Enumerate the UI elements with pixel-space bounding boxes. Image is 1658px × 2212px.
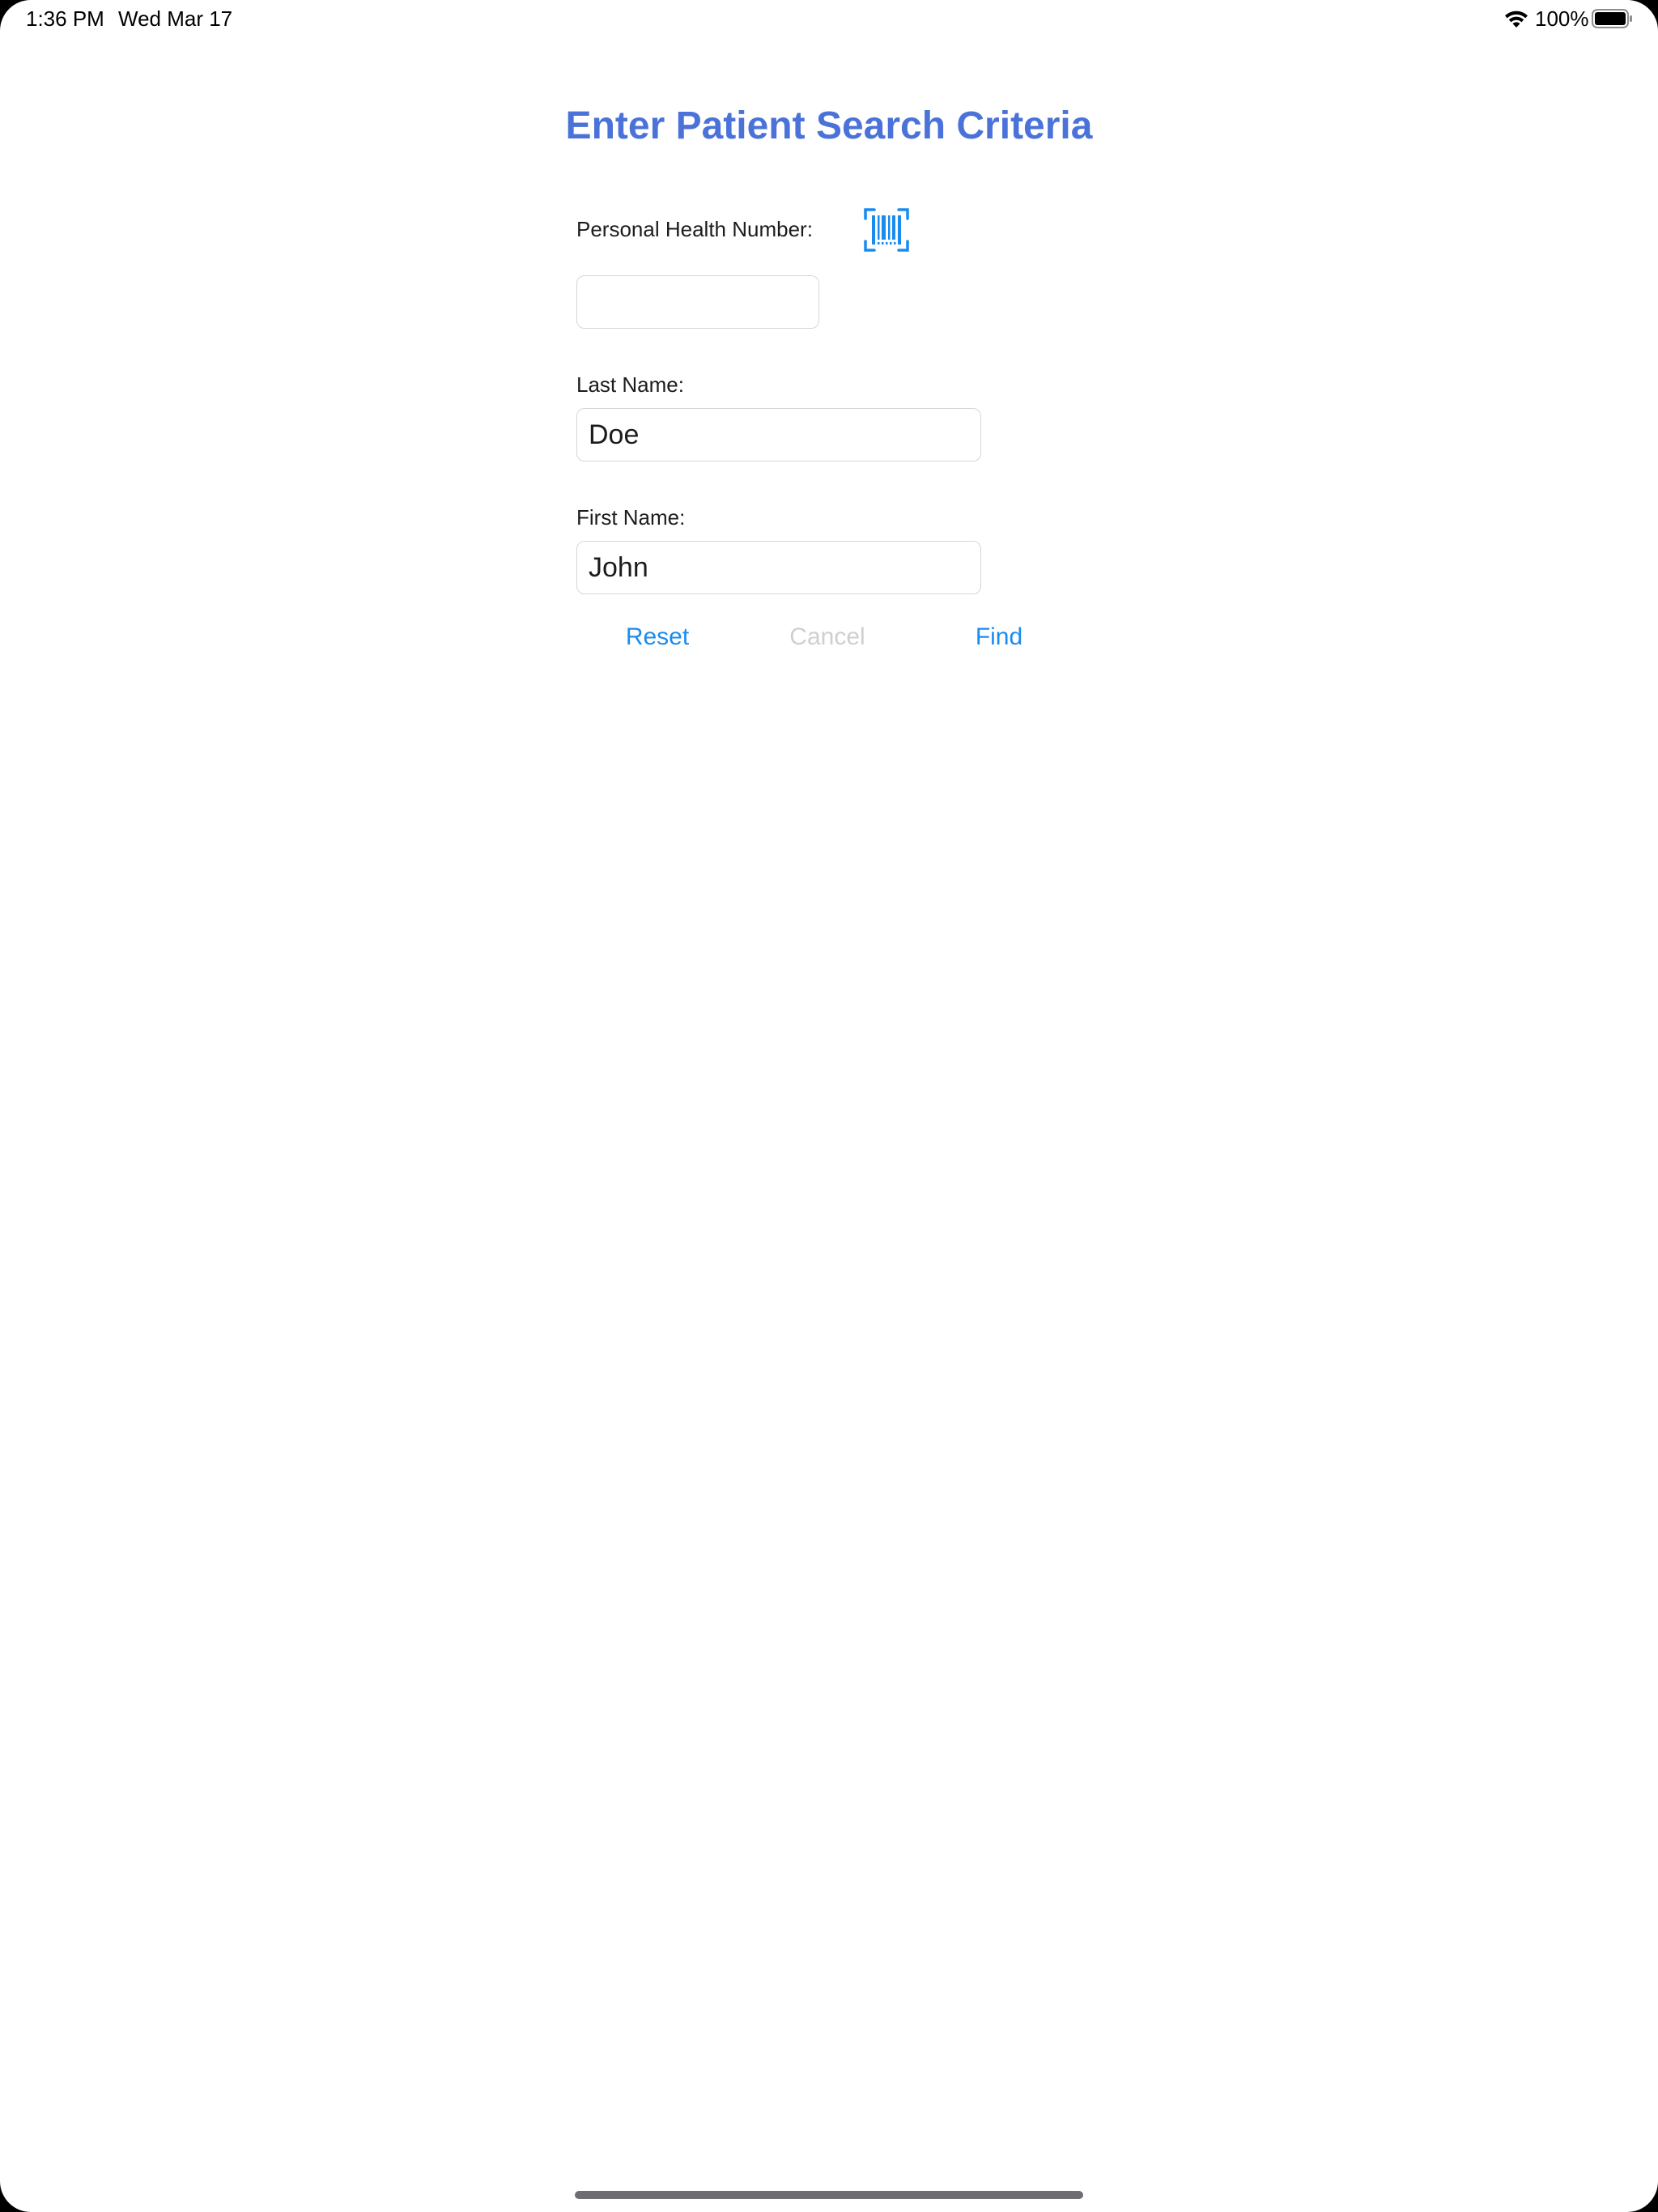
first-name-input[interactable]: [576, 541, 981, 594]
wifi-icon: [1503, 8, 1530, 29]
find-button[interactable]: Find: [918, 623, 1080, 651]
page-title: Enter Patient Search Criteria: [565, 104, 1093, 147]
battery-icon: [1592, 8, 1634, 29]
phn-input[interactable]: [576, 275, 819, 329]
last-name-input[interactable]: [576, 408, 981, 462]
phn-label: Personal Health Number:: [576, 217, 813, 241]
barcode-scan-button[interactable]: [863, 207, 910, 253]
battery-percent: 100%: [1535, 6, 1589, 31]
last-name-label: Last Name:: [576, 372, 684, 397]
barcode-scan-icon: [864, 208, 909, 252]
reset-button[interactable]: Reset: [576, 623, 738, 651]
cancel-button[interactable]: Cancel: [746, 623, 908, 651]
app-screen: 1:36 PM Wed Mar 17 100% Enter Patient Se…: [0, 0, 1658, 2212]
status-date: Wed Mar 17: [118, 6, 233, 31]
first-name-label: First Name:: [576, 505, 686, 530]
status-time: 1:36 PM: [26, 6, 104, 31]
home-indicator[interactable]: [575, 2191, 1083, 2199]
